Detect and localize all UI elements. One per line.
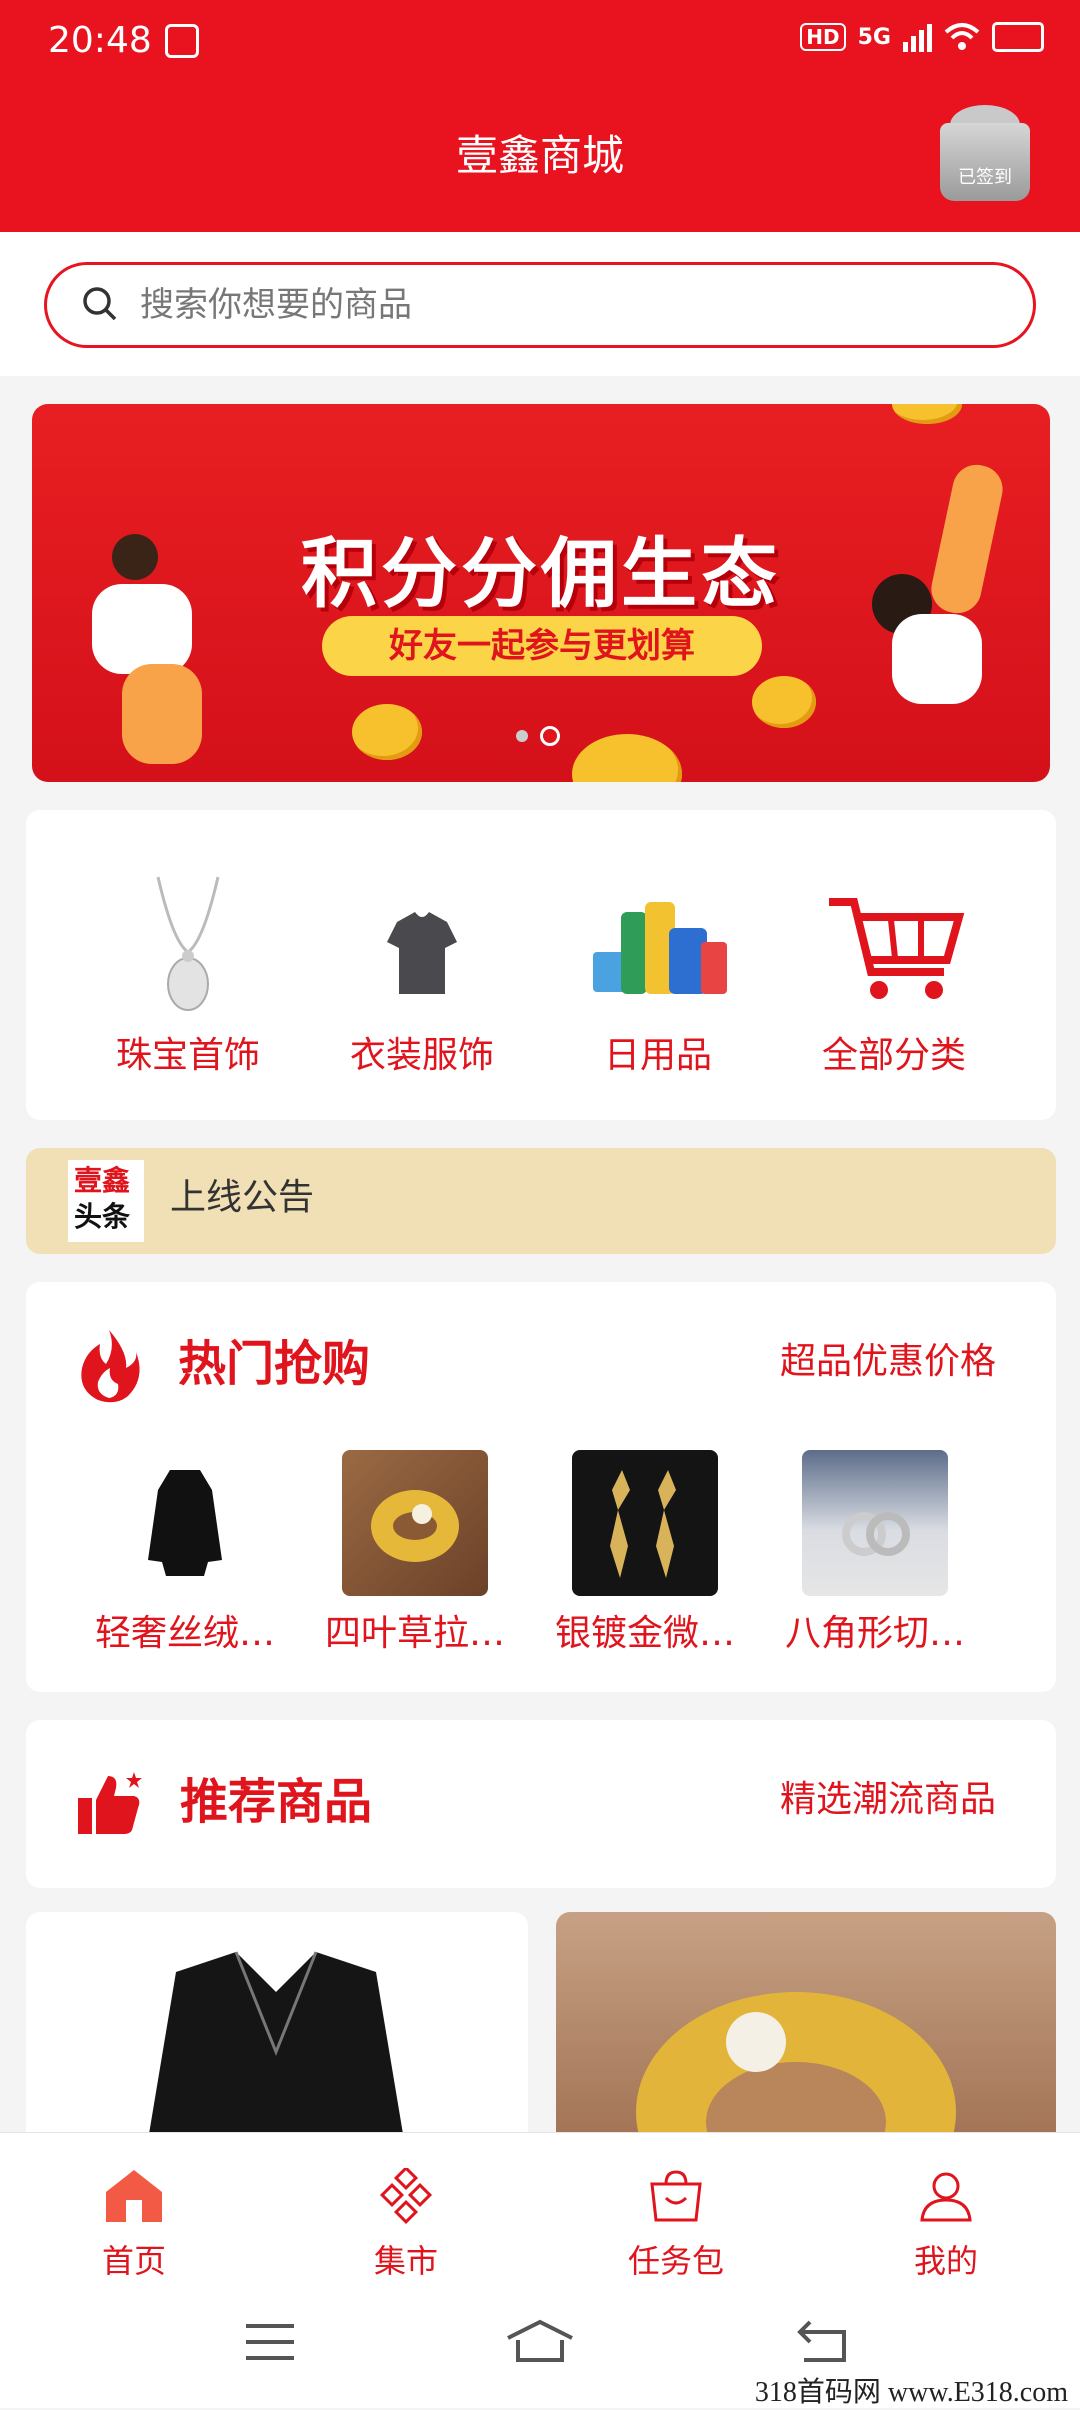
- nav-tasks[interactable]: 任务包: [576, 2168, 776, 2282]
- recommend-product[interactable]: [556, 1912, 1056, 2152]
- promo-banner[interactable]: 积分分佣生态 好友一起参与更划算: [32, 404, 1050, 782]
- coin-icon: [892, 404, 962, 424]
- signin-label: 已签到: [958, 167, 1012, 188]
- status-time: 20:48: [48, 20, 152, 61]
- hot-product[interactable]: 轻奢丝绒…: [70, 1450, 300, 1656]
- status-icons: HD 5G: [800, 22, 1044, 52]
- nav-profile[interactable]: 我的: [846, 2168, 1046, 2282]
- necklace-icon: [113, 872, 263, 1012]
- notice-text: 上线公告: [170, 1177, 315, 1218]
- category-clothing[interactable]: 衣装服饰: [304, 872, 540, 1078]
- network-label: 5G: [857, 24, 891, 50]
- daily-goods-icon: [583, 872, 733, 1012]
- cart-icon: [819, 872, 969, 1012]
- category-all[interactable]: 全部分类: [776, 872, 1012, 1078]
- hot-title: 热门抢购: [178, 1336, 371, 1392]
- product-image: [636, 1992, 956, 2152]
- product-label: 四叶草拉…: [324, 1613, 505, 1654]
- product-image: [342, 1450, 488, 1596]
- recommend-subtitle[interactable]: 精选潮流商品: [780, 1770, 996, 1822]
- search-placeholder: 搜索你想要的商品: [140, 285, 412, 325]
- fire-icon: [81, 1330, 140, 1403]
- carousel-dot-active[interactable]: [540, 726, 560, 746]
- banner-subtitle: 好友一起参与更划算: [322, 616, 762, 676]
- notification-icon: [165, 24, 199, 58]
- signal-icon: [903, 22, 932, 52]
- user-icon: [920, 2172, 972, 2222]
- page-title: 壹鑫商城: [455, 131, 624, 180]
- menu-icon[interactable]: [244, 2322, 296, 2362]
- search-icon: [83, 287, 117, 321]
- wifi-icon: [944, 23, 980, 50]
- nav-home[interactable]: 首页: [34, 2168, 234, 2282]
- product-label: 八角形切…: [784, 1613, 965, 1654]
- carousel-dot[interactable]: [516, 730, 528, 742]
- thumbs-up-icon: [78, 1772, 142, 1834]
- hot-subtitle[interactable]: 超品优惠价格: [780, 1332, 996, 1384]
- banner-title: 积分分佣生态: [301, 529, 781, 618]
- category-label: 珠宝首饰: [115, 1035, 260, 1076]
- recommend-product[interactable]: [26, 1912, 528, 2152]
- hot-product[interactable]: 四叶草拉…: [300, 1450, 530, 1656]
- recommend-title: 推荐商品: [180, 1774, 373, 1830]
- notice-logo: 壹鑫 头条: [68, 1160, 144, 1242]
- signin-button[interactable]: 已签到: [940, 105, 1030, 201]
- product-label: 银镀金微…: [554, 1613, 735, 1654]
- tshirt-icon: [347, 872, 497, 1012]
- product-image: [112, 1450, 258, 1596]
- watermark-text: 318首码网 www.E318.com: [754, 2377, 1068, 2408]
- hot-product[interactable]: 八角形切…: [760, 1450, 990, 1656]
- hot-product[interactable]: 银镀金微…: [530, 1450, 760, 1656]
- back-icon[interactable]: [794, 2318, 850, 2364]
- product-image: [572, 1450, 718, 1596]
- product-image: [146, 1951, 406, 2152]
- category-label: 全部分类: [821, 1035, 966, 1076]
- nav-market[interactable]: 集市: [306, 2165, 506, 2282]
- bag-icon: [650, 2170, 702, 2222]
- coin-icon: [752, 676, 816, 728]
- home-icon: [106, 2170, 162, 2222]
- product-image: [802, 1450, 948, 1596]
- category-daily[interactable]: 日用品: [540, 872, 776, 1078]
- hd-badge: HD: [800, 23, 846, 51]
- battery-icon: [992, 22, 1044, 52]
- coin-icon: [352, 704, 422, 760]
- category-label: 衣装服饰: [349, 1035, 494, 1076]
- category-label: 日用品: [603, 1035, 712, 1076]
- product-label: 轻奢丝绒…: [94, 1613, 275, 1654]
- category-jewelry[interactable]: 珠宝首饰: [70, 872, 306, 1078]
- system-home-icon[interactable]: [504, 2318, 576, 2364]
- coin-icon: [572, 734, 682, 782]
- market-icon: [379, 2165, 433, 2225]
